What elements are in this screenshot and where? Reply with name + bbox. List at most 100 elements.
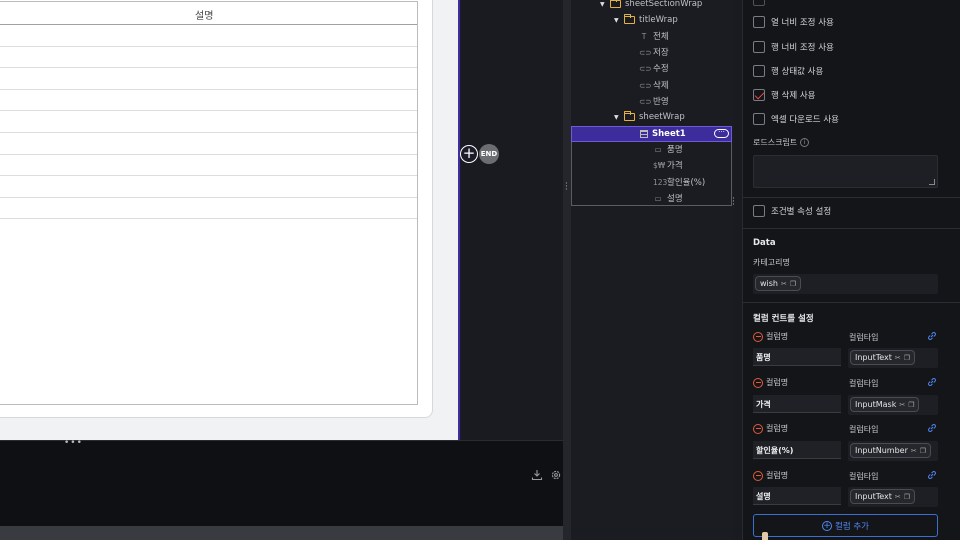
- download-icon[interactable]: [531, 469, 543, 481]
- remove-column-icon[interactable]: [753, 470, 763, 481]
- option-label: 행 너비 조정 사용: [771, 43, 834, 53]
- column-type-tag[interactable]: InputMask ✂ ❐: [850, 397, 920, 412]
- splitter-grip-icon[interactable]: · · ·: [565, 180, 568, 195]
- tree-item-label: 가격: [667, 161, 683, 171]
- tree-item-edit[interactable]: ⊂⊃ 수정: [639, 60, 669, 76]
- tree-resize-grip-icon[interactable]: · · ·: [732, 195, 735, 210]
- option-row-delete[interactable]: 행 삭제 사용: [753, 89, 816, 101]
- tree-item-label: titleWrap: [639, 15, 678, 25]
- tree-item-sheetsectionwrap[interactable]: ▼ sheetSectionWrap: [600, 0, 702, 12]
- grid-row[interactable]: [0, 111, 417, 133]
- unlink-icon[interactable]: ✂: [895, 354, 901, 362]
- add-column-button[interactable]: + 컬럼 추가: [753, 514, 938, 537]
- column-type-tag[interactable]: InputText ✂ ❐: [850, 489, 916, 504]
- grid-row[interactable]: [0, 176, 417, 198]
- link-icon[interactable]: [927, 470, 937, 480]
- checkbox[interactable]: [753, 65, 765, 77]
- resize-handle-icon[interactable]: •••: [64, 438, 83, 448]
- category-field[interactable]: wish ✂ ❐: [753, 274, 938, 294]
- option-conditional-properties[interactable]: 조건별 속성 설정: [753, 205, 831, 217]
- load-script-label: 로드스크립트 i: [753, 137, 810, 148]
- option-row-status[interactable]: 행 상태값 사용: [753, 65, 823, 77]
- copy-icon[interactable]: ❐: [908, 401, 914, 409]
- link-icon[interactable]: [927, 331, 937, 341]
- chevron-down-icon[interactable]: ▼: [614, 17, 620, 24]
- unlink-icon[interactable]: ✂: [899, 401, 905, 409]
- column-name-label: 컬럼명: [766, 424, 789, 433]
- unlink-icon[interactable]: ✂: [911, 447, 917, 455]
- tree-item-column-price[interactable]: $₩ 가격: [653, 157, 683, 173]
- grid-row[interactable]: [0, 155, 417, 177]
- checkbox: [753, 0, 765, 6]
- mouse-cursor-icon: [762, 532, 768, 540]
- column-type-field[interactable]: InputNumber ✂ ❐: [848, 441, 938, 461]
- panel-splitter[interactable]: · · ·: [563, 0, 571, 540]
- grid-header-row: 설명: [0, 2, 417, 25]
- copy-icon[interactable]: ❐: [904, 354, 910, 362]
- copy-icon[interactable]: ❐: [920, 447, 926, 455]
- info-icon[interactable]: i: [800, 138, 810, 147]
- option-label: 조건별 속성 설정: [771, 207, 832, 217]
- grid-row[interactable]: [0, 47, 417, 69]
- add-component-icon[interactable]: +: [460, 145, 478, 163]
- column-config-header: 컬럼명 컬럼타입: [753, 331, 943, 343]
- option-excel-download[interactable]: 엑셀 다운로드 사용: [753, 113, 839, 125]
- tree-item-delete[interactable]: ⊂⊃ 삭제: [639, 77, 669, 93]
- remove-column-icon[interactable]: [753, 423, 763, 434]
- tree-item-sheetwrap[interactable]: ▼ sheetWrap: [614, 109, 685, 125]
- tree-item-column-description[interactable]: ▭ 설명: [653, 190, 682, 206]
- option-row-resize[interactable]: 행 너비 조정 사용: [753, 41, 834, 53]
- column-type-field[interactable]: InputText ✂ ❐: [848, 487, 938, 507]
- load-script-textarea[interactable]: [753, 155, 938, 188]
- tree-item-sheet1[interactable]: Sheet1 ···: [571, 126, 732, 142]
- input-text-icon: ▭: [654, 144, 662, 154]
- column-type-field[interactable]: InputMask ✂ ❐: [848, 395, 938, 415]
- checkbox[interactable]: [753, 41, 765, 53]
- grid-row[interactable]: [0, 90, 417, 112]
- grid-row[interactable]: [0, 68, 417, 90]
- column-type-field[interactable]: InputText ✂ ❐: [848, 348, 938, 368]
- chevron-down-icon[interactable]: ▼: [600, 1, 606, 8]
- column-name-input[interactable]: 설명: [753, 487, 841, 505]
- remove-column-icon[interactable]: [753, 331, 763, 342]
- checkbox[interactable]: [753, 113, 765, 125]
- grid-row[interactable]: [0, 25, 417, 47]
- column-name-input[interactable]: 가격: [753, 395, 841, 413]
- divider: [743, 197, 960, 198]
- gear-icon[interactable]: [550, 469, 562, 481]
- column-name-label: 컬럼명: [766, 471, 789, 480]
- column-name-input[interactable]: 할인율(%): [753, 441, 841, 459]
- grid-row[interactable]: [0, 133, 417, 155]
- unlink-icon[interactable]: ✂: [895, 493, 901, 501]
- option-column-resize[interactable]: 열 너비 조정 사용: [753, 16, 834, 28]
- checkbox[interactable]: [753, 16, 765, 28]
- tree-item-column-discount[interactable]: 123 할인율(%): [653, 174, 705, 190]
- tree-item-save[interactable]: ⊂⊃ 저장: [639, 44, 669, 60]
- tree-item-total[interactable]: T 전체: [639, 28, 669, 44]
- tree-item-column-name[interactable]: ▭ 품명: [653, 141, 682, 157]
- tree-item-apply[interactable]: ⊂⊃ 반영: [639, 93, 669, 109]
- column-type-value: InputNumber: [855, 446, 908, 455]
- copy-icon[interactable]: ❐: [904, 493, 910, 501]
- tree-item-titlewrap[interactable]: ▼ titleWrap: [614, 12, 678, 28]
- category-tag[interactable]: wish ✂ ❐: [755, 276, 802, 291]
- grid-row[interactable]: [0, 198, 417, 220]
- more-options-button[interactable]: ···: [714, 129, 729, 138]
- tree-item-label: 할인율(%): [667, 178, 706, 188]
- unlink-icon[interactable]: ✂: [781, 280, 787, 288]
- remove-column-icon[interactable]: [753, 377, 763, 388]
- column-type-tag[interactable]: InputNumber ✂ ❐: [850, 443, 932, 458]
- plus-icon: +: [822, 520, 832, 531]
- column-type-tag[interactable]: InputText ✂ ❐: [850, 350, 916, 365]
- column-name-input[interactable]: 품명: [753, 348, 841, 366]
- option-label: 행 삭제 사용: [771, 91, 816, 101]
- design-canvas: 설명 + END: [0, 0, 499, 440]
- sheet-grid[interactable]: 설명: [0, 1, 418, 405]
- copy-icon[interactable]: ❐: [790, 280, 796, 288]
- link-icon[interactable]: [927, 377, 937, 387]
- button-icon: ⊂⊃: [639, 96, 652, 106]
- checkbox-checked[interactable]: [753, 89, 765, 101]
- link-icon[interactable]: [927, 423, 937, 433]
- chevron-down-icon[interactable]: ▼: [614, 114, 620, 121]
- checkbox[interactable]: [753, 205, 765, 217]
